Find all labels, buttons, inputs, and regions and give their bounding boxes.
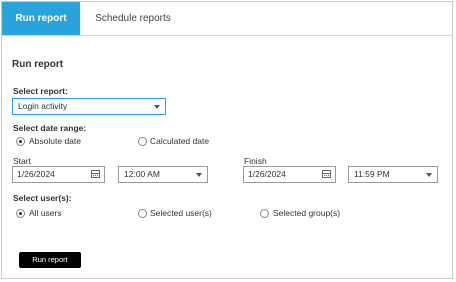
chevron-down-icon [426,173,432,177]
calendar-icon[interactable] [322,170,331,178]
run-report-button[interactable]: Run report [19,252,81,268]
section-title: Run report [12,59,64,70]
select-users-label: Select user(s): [13,193,72,203]
all-users-radio[interactable] [16,209,25,218]
calculated-date-label: Calculated date [150,136,210,146]
selected-users-label: Selected user(s) [150,208,212,218]
chevron-down-icon [154,105,160,109]
start-label: Start [13,156,31,166]
start-time-select[interactable]: 12:00 AM [118,166,208,183]
report-panel: Run report Schedule reports Run report S… [1,1,453,279]
start-date-value: 1/26/2024 [17,169,55,179]
all-users-label: All users [29,208,62,218]
run-report-form: Run report Select report: Login activity… [2,39,452,278]
calculated-date-radio[interactable] [138,137,147,146]
report-select-value: Login activity [18,101,68,111]
selected-users-radio[interactable] [138,209,147,218]
finish-time-select[interactable]: 11:59 PM [348,166,438,183]
finish-time-value: 11:59 PM [354,169,390,179]
finish-date-value: 1/26/2024 [248,169,286,179]
chevron-down-icon [196,173,202,177]
calendar-icon[interactable] [91,170,100,178]
selected-groups-radio[interactable] [260,209,269,218]
date-range-label: Select date range: [13,123,87,133]
start-date-field[interactable]: 1/26/2024 [12,166,105,183]
selected-groups-label: Selected group(s) [273,208,341,218]
absolute-date-label: Absolute date [29,136,81,146]
tab-schedule-reports[interactable]: Schedule reports [84,2,182,35]
report-select[interactable]: Login activity [12,98,166,115]
finish-label: Finish [244,156,267,166]
start-time-value: 12:00 AM [124,169,160,179]
finish-date-field[interactable]: 1/26/2024 [243,166,336,183]
absolute-date-radio[interactable] [16,137,25,146]
tab-bar: Run report Schedule reports [2,2,452,36]
select-report-label: Select report: [13,86,68,96]
tab-run-report[interactable]: Run report [2,2,80,35]
